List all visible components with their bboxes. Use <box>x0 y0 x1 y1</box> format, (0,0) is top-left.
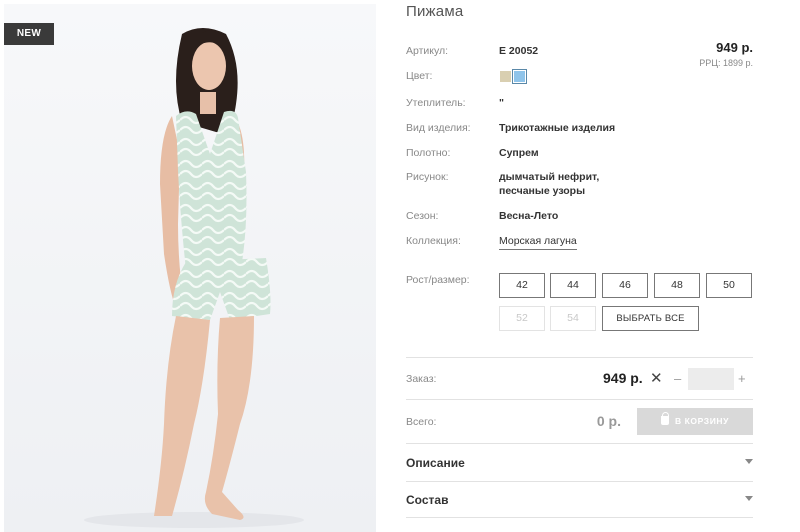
spec-value-fabric: Супрем <box>499 147 539 159</box>
quantity-increment-button[interactable]: + <box>738 371 746 386</box>
quantity-decrement-button[interactable]: – <box>674 371 681 386</box>
size-button-48[interactable]: 48 <box>654 273 700 298</box>
size-button-42[interactable]: 42 <box>499 273 545 298</box>
color-swatch-beige[interactable] <box>500 71 511 82</box>
bag-icon <box>660 412 670 425</box>
chevron-down-icon[interactable] <box>745 496 753 501</box>
spec-label-fabric: Полотно: <box>406 147 451 159</box>
spec-label-article: Артикул: <box>406 45 449 57</box>
accordion-description[interactable]: Описание <box>406 456 465 470</box>
spec-label-collection: Коллекция: <box>406 235 461 247</box>
size-button-52-disabled: 52 <box>499 306 545 331</box>
divider <box>406 481 753 482</box>
add-to-cart-button[interactable]: В КОРЗИНУ <box>637 408 753 435</box>
divider <box>406 357 753 358</box>
collection-link[interactable]: Морская лагуна <box>499 234 577 250</box>
color-swatch-blue-selected[interactable] <box>512 69 527 84</box>
product-title: Пижама <box>406 3 464 20</box>
recommended-retail-price: РРЦ: 1899 р. <box>699 58 753 68</box>
divider <box>406 517 753 518</box>
multiply-icon: ✕ <box>650 370 663 387</box>
quantity-input[interactable] <box>688 368 734 390</box>
chevron-down-icon[interactable] <box>745 459 753 464</box>
size-button-44[interactable]: 44 <box>550 273 596 298</box>
spec-label-pattern: Рисунок: <box>406 171 449 183</box>
spec-label-product-type: Вид изделия: <box>406 122 471 134</box>
order-label: Заказ: <box>406 373 437 385</box>
product-photo[interactable]: NEW <box>4 4 376 532</box>
spec-value-pattern-line1: дымчатый нефрит, <box>499 171 600 183</box>
spec-label-insulation: Утеплитель: <box>406 97 466 109</box>
sizes-label: Рост/размер: <box>406 274 470 286</box>
size-button-54-disabled: 54 <box>550 306 596 331</box>
divider <box>406 399 753 400</box>
spec-label-color: Цвет: <box>406 70 433 82</box>
total-value: 0 р. <box>596 413 621 429</box>
size-button-46[interactable]: 46 <box>602 273 648 298</box>
spec-value-insulation: " <box>499 97 504 109</box>
order-unit-price: 949 р. <box>603 370 643 386</box>
total-label: Всего: <box>406 416 437 428</box>
new-badge: NEW <box>4 23 54 45</box>
spec-value-article: E 20052 <box>499 45 539 57</box>
add-to-cart-label: В КОРЗИНУ <box>674 416 730 426</box>
select-all-sizes-button[interactable]: ВЫБРАТЬ ВСЕ <box>602 306 699 331</box>
spec-value-season: Весна-Лето <box>499 210 559 222</box>
product-price: 949 р. <box>716 40 753 55</box>
spec-value-pattern-line2: песчаные узоры <box>499 185 586 197</box>
accordion-composition[interactable]: Состав <box>406 493 448 507</box>
size-button-50[interactable]: 50 <box>706 273 752 298</box>
model-illustration <box>84 28 304 528</box>
spec-label-season: Сезон: <box>406 210 439 222</box>
divider <box>406 443 753 444</box>
spec-value-product-type: Трикотажные изделия <box>499 122 616 134</box>
